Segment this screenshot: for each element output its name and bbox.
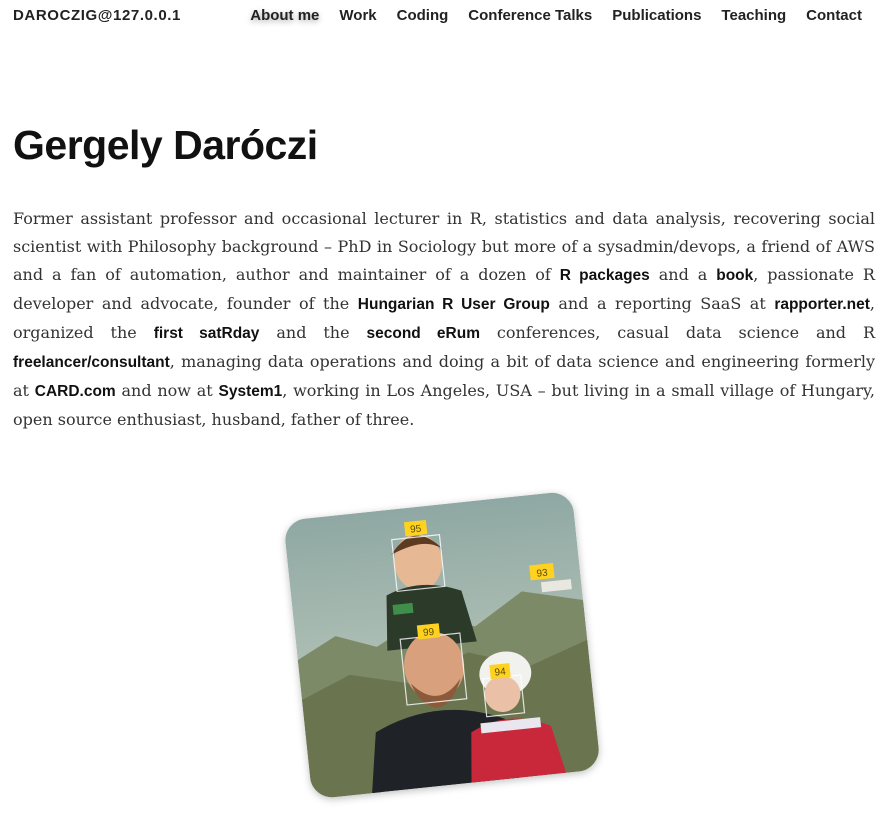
nav-contact[interactable]: Contact: [806, 7, 862, 24]
face-score-tag: 99: [416, 623, 441, 640]
book-link[interactable]: book: [716, 267, 753, 284]
svg-text:99: 99: [423, 627, 436, 639]
nav-work[interactable]: Work: [339, 7, 376, 24]
face-score-tag: 95: [403, 520, 428, 537]
face-score-tag: 93: [529, 562, 555, 581]
page-title: Gergely Daróczi: [13, 122, 318, 168]
nav-publications[interactable]: Publications: [612, 7, 701, 24]
bio-paragraph: Former assistant professor and occasiona…: [13, 205, 875, 434]
bio-text: and a reporting SaaS at: [549, 294, 775, 313]
bio-text: and a: [649, 265, 717, 284]
nav-conference-talks[interactable]: Conference Talks: [468, 7, 592, 24]
svg-text:94: 94: [494, 666, 507, 678]
nav-teaching[interactable]: Teaching: [721, 7, 786, 24]
top-navigation-bar: DAROCZIG@127.0.0.1 About me Work Coding …: [0, 0, 886, 32]
bio-text: and the: [259, 323, 367, 342]
svg-text:93: 93: [536, 568, 549, 580]
child-jacket-stripe: [392, 602, 414, 615]
bio-text: conferences, casual data science and R: [479, 323, 876, 342]
svg-text:95: 95: [410, 524, 423, 536]
face-score-tag: 94: [489, 663, 511, 680]
bio-text: and now at: [115, 381, 219, 400]
nav-about-me[interactable]: About me: [250, 7, 319, 24]
first-satrday-link[interactable]: first satRday: [154, 325, 260, 342]
hungarian-r-user-group-link[interactable]: Hungarian R User Group: [358, 296, 550, 313]
system1-link[interactable]: System1: [218, 383, 282, 400]
second-erum-link[interactable]: second eRum: [367, 325, 480, 342]
main-nav: About me Work Coding Conference Talks Pu…: [230, 7, 862, 24]
freelancer-consultant-link[interactable]: freelancer/consultant: [13, 354, 170, 371]
nav-coding[interactable]: Coding: [397, 7, 449, 24]
profile-photo: 95 93 99 94: [283, 490, 601, 800]
rapporter-link[interactable]: rapporter.net: [774, 296, 870, 313]
r-packages-link[interactable]: R packages: [560, 267, 650, 284]
family-photo-illustration: 95 93 99 94: [283, 490, 601, 800]
site-brand-link[interactable]: DAROCZIG@127.0.0.1: [13, 7, 181, 24]
card-com-link[interactable]: CARD.com: [35, 383, 116, 400]
